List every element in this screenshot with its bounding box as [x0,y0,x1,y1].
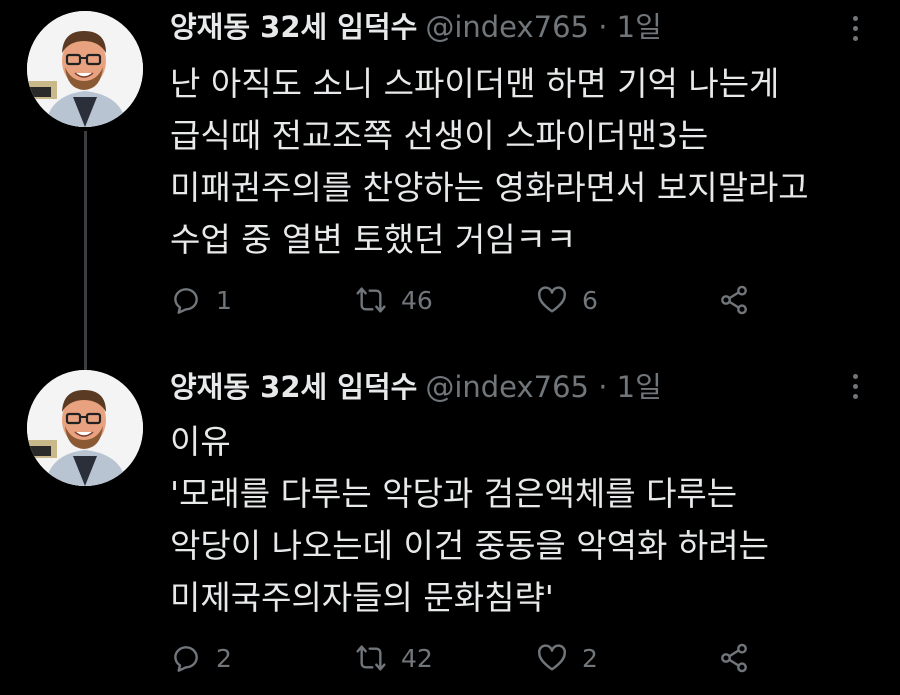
timestamp[interactable]: 1일 [617,10,662,44]
reply-button[interactable]: 1 [170,280,232,320]
author-name[interactable]: 양재동 32세 임덕수 [170,10,417,44]
share-icon [721,643,747,673]
share-icon [721,285,747,315]
reply-count: 1 [216,285,232,315]
tweet-text-line: 난 아직도 소니 스파이더맨 하면 기억 나는게 [170,64,780,103]
like-button[interactable]: 2 [536,638,598,678]
thread-line [84,131,87,371]
author-handle[interactable]: @index765 [425,10,589,44]
tweet[interactable]: 양재동 32세 임덕수 @index765 · 1일 이유 '모래를 다루는 악당… [0,350,900,695]
heart-icon [538,286,566,313]
tweet-header: 양재동 32세 임덕수 @index765 · 1일 [170,7,840,47]
more-icon[interactable] [852,374,860,404]
avatar[interactable] [27,370,143,486]
avatar[interactable] [27,11,143,127]
tweet[interactable]: 양재동 32세 임덕수 @index765 · 1일 난 아직도 소니 스파이더맨… [0,0,900,371]
reply-icon [174,288,198,314]
share-button[interactable] [718,638,764,678]
like-button[interactable]: 6 [536,280,598,320]
tweet-text-line: 수업 중 열변 토했던 거임ㅋㅋ [170,220,577,259]
retweet-count: 42 [401,643,433,673]
retweet-button[interactable]: 46 [355,280,433,320]
tweet-text: 이유 '모래를 다루는 악당과 검은액체를 다루는 악당이 나오는데 이건 중동… [170,416,880,624]
tweet-text-line: 급식때 전교조쪽 선생이 스파이더맨3는 [170,116,709,155]
retweet-count: 46 [401,285,433,315]
heart-icon [538,644,566,671]
author-handle[interactable]: @index765 [425,370,589,404]
tweet-text-line: 미제국주의자들의 문화침략' [170,578,554,617]
retweet-icon [356,287,386,313]
tweet-text-line: 미패권주의를 찬양하는 영화라면서 보지말라고 [170,168,809,207]
timestamp[interactable]: 1일 [617,370,662,404]
tweet-header: 양재동 32세 임덕수 @index765 · 1일 [170,367,840,407]
separator-dot: · [598,370,608,404]
tweet-text-line: 이유 [170,422,231,461]
reply-icon [174,646,198,672]
tweet-text: 난 아직도 소니 스파이더맨 하면 기억 나는게 급식때 전교조쪽 선생이 스파… [170,58,880,266]
reply-button[interactable]: 2 [170,638,232,678]
like-count: 2 [582,643,598,673]
share-button[interactable] [718,280,764,320]
more-icon[interactable] [852,16,860,46]
author-name[interactable]: 양재동 32세 임덕수 [170,370,417,404]
like-count: 6 [582,285,598,315]
reply-count: 2 [216,643,232,673]
tweet-actions: 1 46 6 [170,280,770,320]
tweet-text-line: '모래를 다루는 악당과 검은액체를 다루는 [170,474,738,513]
tweet-actions: 2 42 2 [170,638,770,678]
retweet-button[interactable]: 42 [355,638,433,678]
retweet-icon [356,645,386,671]
tweet-text-line: 악당이 나오는데 이건 중동을 악역화 하려는 [170,526,769,565]
separator-dot: · [598,10,608,44]
